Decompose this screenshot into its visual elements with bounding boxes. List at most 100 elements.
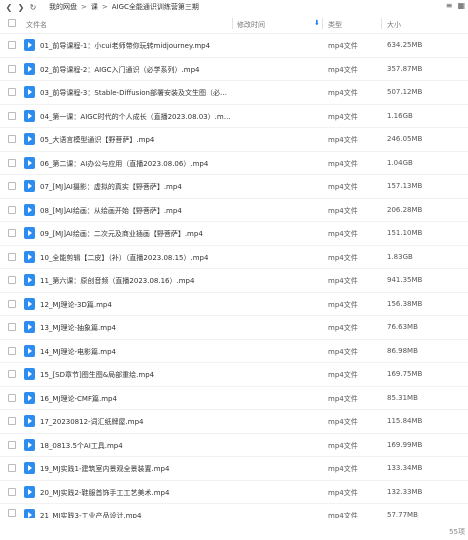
file-type: mp4文件: [328, 277, 358, 285]
file-list: 01_前导课程-1：小cui老师带你玩转midjourney.mp4 mp4文件 6…: [0, 34, 468, 518]
breadcrumb-item[interactable]: AIGC全能通识训练营第三期: [112, 2, 199, 12]
file-type: mp4文件: [328, 183, 358, 191]
row-checkbox[interactable]: [8, 417, 16, 425]
file-type: mp4文件: [328, 394, 358, 403]
file-row[interactable]: 05_大语言模型通识【野菩萨】.mp4 mp4文件 246.05MB: [0, 128, 468, 152]
row-checkbox[interactable]: [8, 182, 16, 190]
file-row[interactable]: 09_[MJ]AI绘画：二次元及商业插画【野菩萨】.mp4 mp4文件 151.10…: [0, 222, 468, 246]
row-checkbox[interactable]: [8, 205, 16, 214]
file-name[interactable]: 03_前导课程-3：Stable-Diffusion部署安装及文生图（必…: [40, 88, 235, 98]
back-arrow-icon[interactable]: ❮: [3, 1, 15, 13]
file-row[interactable]: 11_第六课：原创音频（直播2023.08.16）.mp4 mp4文件 941.35…: [0, 269, 468, 293]
grid-view-icon[interactable]: ▦: [457, 1, 465, 10]
file-name[interactable]: 10_全能剪辑【二皮】（补）（直播2023.08.15）.mp4: [40, 253, 235, 263]
refresh-icon[interactable]: ↻: [27, 1, 39, 13]
file-name[interactable]: 09_[MJ]AI绘画：二次元及商业插画【野菩萨】.mp4: [40, 229, 235, 239]
sort-list-icon[interactable]: ≡: [446, 1, 453, 10]
column-divider[interactable]: [232, 18, 233, 29]
column-header: 文件名 修改时间 ⬇ 类型 大小: [0, 14, 468, 34]
video-file-icon: [24, 321, 35, 333]
row-checkbox[interactable]: [8, 88, 16, 96]
file-size: 151.10MB: [387, 229, 423, 237]
file-size: 86.98MB: [387, 346, 418, 355]
file-row[interactable]: 16_MJ理论-CMF篇.mp4 mp4文件 85.31MB: [0, 387, 468, 410]
video-file-icon: [24, 133, 35, 145]
file-row[interactable]: 19_MJ实践1-建筑室内景观全景装置.mp4 mp4文件 133.34MB: [0, 457, 468, 481]
file-size: 357.87MB: [387, 64, 423, 73]
file-name[interactable]: 07_[MJ]AI摄影：虚拟的真实【野菩萨】.mp4: [40, 182, 235, 192]
column-name[interactable]: 文件名: [26, 20, 47, 30]
forward-arrow-icon[interactable]: ❯: [15, 1, 27, 13]
file-name[interactable]: 19_MJ实践1-建筑室内景观全景装置.mp4: [40, 464, 235, 474]
file-name[interactable]: 12_MJ理论-3D篇.mp4: [40, 300, 235, 310]
file-size: 132.33MB: [387, 487, 423, 496]
file-row[interactable]: 21_MJ实践3-工业产品设计.mp4 mp4文件 57.77MB: [0, 504, 468, 518]
row-checkbox[interactable]: [8, 323, 16, 331]
file-row[interactable]: 07_[MJ]AI摄影：虚拟的真实【野菩萨】.mp4 mp4文件 157.13MB: [0, 175, 468, 199]
file-name[interactable]: 17_20230812-词汇纸牌屋.mp4: [40, 417, 235, 427]
file-size: 133.34MB: [387, 464, 423, 472]
file-row[interactable]: 15_[SD章节]图生图&局部重绘.mp4 mp4文件 169.75MB: [0, 363, 468, 387]
file-row[interactable]: 13_MJ理论-抽象篇.mp4 mp4文件 76.63MB: [0, 316, 468, 340]
select-all-checkbox[interactable]: [8, 19, 16, 27]
file-row[interactable]: 01_前导课程-1：小cui老师带你玩转midjourney.mp4 mp4文件 6…: [0, 34, 468, 58]
row-checkbox[interactable]: [8, 509, 16, 517]
file-name[interactable]: 18_0813.5个AI工具.mp4: [40, 441, 235, 451]
row-checkbox[interactable]: [8, 41, 16, 49]
row-checkbox[interactable]: [8, 135, 16, 143]
video-file-icon: [24, 203, 35, 216]
file-type: mp4文件: [328, 347, 358, 356]
file-name[interactable]: 20_MJ实践2-鞋服首饰手工工艺美术.mp4: [40, 488, 235, 498]
file-name[interactable]: 15_[SD章节]图生图&局部重绘.mp4: [40, 370, 235, 380]
file-name[interactable]: 14_MJ理论-电影篇.mp4: [40, 347, 235, 357]
row-checkbox[interactable]: [8, 64, 16, 73]
column-size[interactable]: 大小: [387, 20, 401, 30]
file-size: 76.63MB: [387, 323, 418, 331]
file-type: mp4文件: [328, 159, 358, 168]
breadcrumb-item[interactable]: 我的网盘: [49, 2, 77, 12]
row-checkbox[interactable]: [8, 346, 16, 355]
file-name[interactable]: 02_前导课程-2：AIGC入门通识（必学系列）.mp4: [40, 65, 235, 75]
file-row[interactable]: 02_前导课程-2：AIGC入门通识（必学系列）.mp4 mp4文件 357.87M…: [0, 58, 468, 81]
file-row[interactable]: 10_全能剪辑【二皮】（补）（直播2023.08.15）.mp4 mp4文件 1.8…: [0, 246, 468, 269]
row-checkbox[interactable]: [8, 464, 16, 472]
file-name[interactable]: 01_前导课程-1：小cui老师带你玩转midjourney.mp4: [40, 41, 235, 51]
file-row[interactable]: 20_MJ实践2-鞋服首饰手工工艺美术.mp4 mp4文件 132.33MB: [0, 481, 468, 504]
file-name[interactable]: 21_MJ实践3-工业产品设计.mp4: [40, 511, 235, 518]
file-name[interactable]: 13_MJ理论-抽象篇.mp4: [40, 323, 235, 333]
file-type: mp4文件: [328, 300, 358, 309]
file-row[interactable]: 14_MJ理论-电影篇.mp4 mp4文件 86.98MB: [0, 340, 468, 363]
file-name[interactable]: 05_大语言模型通识【野菩萨】.mp4: [40, 135, 235, 145]
row-checkbox[interactable]: [8, 487, 16, 496]
file-name[interactable]: 06_第二课：AI办公与应用（直播2023.08.06）.mp4: [40, 159, 235, 169]
breadcrumb-item[interactable]: 课: [91, 2, 98, 12]
video-file-icon: [24, 509, 35, 518]
row-checkbox[interactable]: [8, 370, 16, 378]
file-name[interactable]: 04_第一课：AIGC时代的个人成长（直播2023.08.03）.m…: [40, 112, 235, 122]
file-name[interactable]: 11_第六课：原创音频（直播2023.08.16）.mp4: [40, 276, 235, 286]
row-checkbox[interactable]: [8, 393, 16, 402]
file-row[interactable]: 18_0813.5个AI工具.mp4 mp4文件 169.99MB: [0, 434, 468, 457]
column-divider[interactable]: [322, 18, 323, 29]
file-name[interactable]: 16_MJ理论-CMF篇.mp4: [40, 394, 235, 404]
video-file-icon: [24, 62, 35, 75]
row-checkbox[interactable]: [8, 252, 16, 261]
column-divider[interactable]: [381, 18, 382, 29]
file-name[interactable]: 08_[MJ]AI绘画：从绘画开始【野菩萨】.mp4: [40, 206, 235, 216]
file-row[interactable]: 12_MJ理论-3D篇.mp4 mp4文件 156.38MB: [0, 293, 468, 316]
video-file-icon: [24, 391, 35, 404]
column-type[interactable]: 类型: [328, 20, 342, 30]
file-row[interactable]: 04_第一课：AIGC时代的个人成长（直播2023.08.03）.m… mp4文件…: [0, 105, 468, 128]
file-row[interactable]: 08_[MJ]AI绘画：从绘画开始【野菩萨】.mp4 mp4文件 206.28MB: [0, 199, 468, 222]
column-date[interactable]: 修改时间: [237, 20, 265, 30]
row-checkbox[interactable]: [8, 299, 16, 308]
row-checkbox[interactable]: [8, 229, 16, 237]
file-row[interactable]: 03_前导课程-3：Stable-Diffusion部署安装及文生图（必… mp4…: [0, 81, 468, 105]
file-row[interactable]: 06_第二课：AI办公与应用（直播2023.08.06）.mp4 mp4文件 1.0…: [0, 152, 468, 175]
arrow-down-icon[interactable]: ⬇: [314, 19, 320, 27]
row-checkbox[interactable]: [8, 111, 16, 120]
row-checkbox[interactable]: [8, 440, 16, 449]
file-row[interactable]: 17_20230812-词汇纸牌屋.mp4 mp4文件 115.84MB: [0, 410, 468, 434]
row-checkbox[interactable]: [8, 276, 16, 284]
row-checkbox[interactable]: [8, 158, 16, 167]
